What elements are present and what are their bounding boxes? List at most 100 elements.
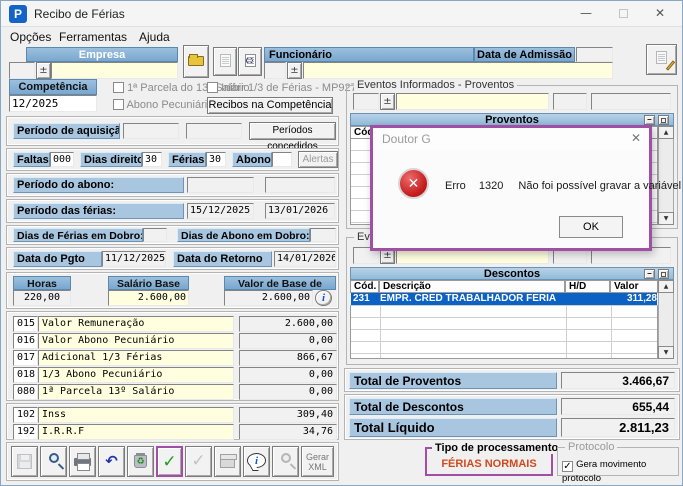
provento-code-field[interactable] (353, 93, 379, 110)
funcionario-name-field[interactable] (303, 62, 613, 79)
close-button[interactable]: ✕ (646, 5, 674, 23)
generate-document-button[interactable] (646, 44, 677, 75)
item-value: 0,00 (239, 384, 337, 400)
provento-valor-field[interactable] (591, 93, 671, 110)
periodos-concedidos-button[interactable]: Períodos concedidos (249, 122, 336, 140)
ferias-inicio-field[interactable]: 15/12/2025 (187, 203, 254, 219)
descontos-selected-row[interactable]: 231 EMPR. CRED TRABALHADOR FERIA 311,28 (351, 293, 657, 305)
descontos-grid-header: Cód. Descrição H/D Valor ▲ (350, 280, 674, 293)
maximize-button[interactable] (609, 5, 637, 23)
total-proventos-value: 3.466,67 (561, 372, 675, 389)
funcionario-code-field[interactable] (264, 62, 286, 79)
doutor-g-dialog: Doutor G ✕ ✕ Erro 1320 Não foi possível … (370, 125, 652, 251)
gerar-xml-button[interactable]: Gerar XML (301, 446, 334, 477)
aquisicao-fim-field[interactable] (186, 123, 242, 139)
aquisicao-inicio-field[interactable] (123, 123, 179, 139)
undo-button[interactable]: ↶ (98, 446, 125, 477)
checkbox-inibir-terco[interactable]: Inibir 1/3 de Férias - MP927 (207, 82, 357, 94)
horas-base-field[interactable]: 220,00 (13, 290, 71, 306)
dialog-title-bar: Doutor G ✕ (373, 128, 649, 150)
recibos-competencia-button[interactable]: Recibos na Competência (207, 97, 333, 114)
menu-opcoes[interactable]: Opções (10, 30, 51, 44)
bases-panel: Horas Base 220,00 Salário Base 2.600,00 … (6, 272, 339, 309)
info-base-button[interactable]: i (315, 290, 332, 306)
ferias-field[interactable]: 30 (206, 152, 226, 167)
confirm-disabled-button[interactable]: ✓ (185, 446, 212, 477)
grid-maximize-button[interactable] (658, 115, 669, 125)
valor-base-header: Valor de Base de Cálculo (224, 276, 336, 290)
deduction-desc: Inss (38, 407, 234, 423)
search-button[interactable] (40, 446, 67, 477)
dialog-close-button[interactable]: ✕ (631, 131, 641, 145)
funcionario-dropdown-button[interactable]: ± (287, 62, 302, 79)
checkbox-abono-pecuniario[interactable]: Abono Pecuniário (113, 99, 213, 111)
item-code: 080 (13, 384, 38, 400)
grid-maximize-button[interactable] (658, 269, 669, 279)
empresa-name-field[interactable] (51, 62, 178, 79)
empresa-dropdown-button[interactable]: ± (36, 62, 51, 79)
col-valor: Valor (610, 280, 658, 293)
provento-hd-field[interactable] (553, 93, 587, 110)
copy-receipt-button[interactable] (213, 47, 237, 76)
proventos-scrollbar[interactable] (658, 139, 674, 212)
abono-inicio-field[interactable] (187, 177, 254, 193)
provento-desc-field[interactable] (396, 93, 549, 110)
preview-button[interactable] (238, 47, 262, 76)
ferias-fim-field[interactable]: 13/01/2026 (265, 203, 335, 219)
data-retorno-field[interactable]: 14/01/2026 (274, 251, 336, 267)
total-liquido-label: Total Líquido (349, 418, 557, 437)
ok-button[interactable]: OK (559, 216, 623, 238)
abono-fim-field[interactable] (265, 177, 335, 193)
datas-panel: Data do Pgto 11/12/2025 Data do Retorno … (6, 247, 339, 270)
delete-button[interactable]: ♻ (127, 446, 154, 477)
valor-base-field[interactable]: 2.600,00 (224, 290, 313, 306)
scroll-up-button[interactable]: ▲ (658, 280, 674, 293)
deduction-code: 192 (13, 424, 38, 440)
magnifier-icon (246, 57, 253, 64)
save-button[interactable] (11, 446, 38, 477)
grid-minimize-button[interactable]: – (644, 115, 655, 125)
scroll-up-button[interactable]: ▲ (658, 126, 674, 139)
window-title: Recibo de Férias (34, 7, 125, 21)
dobro-abono-field[interactable] (310, 228, 336, 242)
info-button[interactable]: i (243, 446, 270, 477)
descontos-title-text: Descontos (484, 268, 540, 280)
tipo-processamento-value: FÉRIAS NORMAIS (427, 458, 551, 470)
payment-button[interactable] (214, 446, 241, 477)
open-folder-icon (188, 56, 204, 66)
checkbox-gera-protocolo[interactable]: ✓ Gera movimento protocolo (562, 458, 678, 484)
dias-direito-field[interactable]: 30 (142, 152, 162, 167)
periodo-aquisicao-panel: Período de aquisição: Períodos concedido… (6, 116, 339, 146)
alertas-button[interactable]: Alertas (298, 151, 338, 168)
empresa-code-field[interactable] (9, 62, 35, 79)
confirm-button[interactable]: ✓ (156, 446, 183, 477)
grid-minimize-button[interactable]: – (644, 269, 655, 279)
totais-panel: Total de Descontos 655,44 Total Líquido … (344, 394, 680, 440)
open-company-button[interactable] (183, 45, 209, 78)
menu-ajuda[interactable]: Ajuda (139, 30, 170, 44)
checkbox-abono-label: Abono Pecuniário (126, 99, 213, 111)
undo-icon: ↶ (105, 452, 118, 470)
faltas-field[interactable]: 000 (50, 152, 74, 167)
minimize-button[interactable]: — (572, 5, 600, 23)
col-cod: Cód. (350, 280, 379, 293)
recycle-icon: ♻ (135, 457, 146, 468)
data-admissao-field[interactable] (576, 47, 613, 62)
checkbox-icon (207, 82, 218, 93)
data-pgto-field[interactable]: 11/12/2025 (102, 251, 166, 267)
scroll-down-button[interactable]: ▼ (658, 212, 674, 225)
descontos-grid-rows[interactable] (350, 305, 658, 359)
search-disabled-button[interactable] (272, 446, 299, 477)
dobro-ferias-field[interactable] (143, 228, 167, 242)
menu-ferramentas[interactable]: Ferramentas (59, 30, 127, 44)
descontos-scrollbar[interactable] (658, 293, 674, 346)
provento-dropdown-button[interactable]: ± (380, 93, 395, 110)
print-button[interactable] (69, 446, 96, 477)
error-message: Não foi possível gravar a variável. (518, 180, 683, 192)
salario-base-field[interactable]: 2.600,00 (108, 290, 189, 306)
dialog-title: Doutor G (382, 132, 431, 146)
item-value: 0,00 (239, 333, 337, 349)
competencia-field[interactable]: 12/2025 (9, 95, 97, 112)
scroll-down-button[interactable]: ▼ (658, 346, 674, 359)
abono-field[interactable] (272, 152, 292, 167)
